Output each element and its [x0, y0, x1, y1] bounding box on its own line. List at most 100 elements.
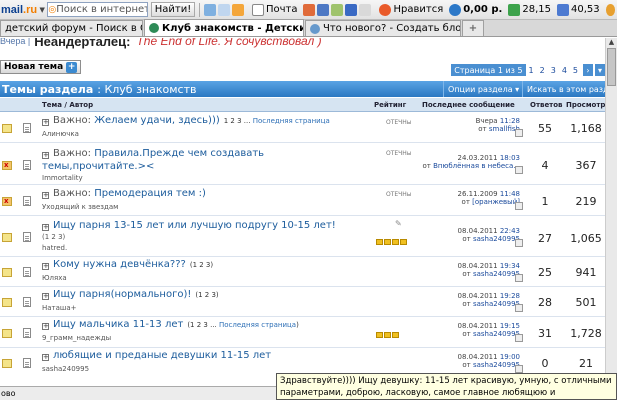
topic-author[interactable]: hatred.	[42, 244, 67, 252]
chevron-down-icon[interactable]: ▾	[595, 64, 605, 76]
section-options-label: Опции раздела	[448, 84, 513, 94]
answers-count[interactable]: 27	[532, 232, 558, 245]
expand-icon[interactable]: +	[42, 354, 49, 361]
page-link-3[interactable]: 3	[548, 66, 559, 75]
go-to-last-post-icon[interactable]	[515, 129, 523, 137]
go-to-last-post-icon[interactable]	[515, 239, 523, 247]
friends-icon[interactable]	[317, 3, 330, 16]
last-post-user[interactable]: sasha240995	[473, 300, 520, 308]
answers-count[interactable]: 31	[532, 327, 558, 340]
tab-whats-new[interactable]: Что нового? - Создать блог ... ×	[305, 20, 461, 36]
col-topic[interactable]: Тема / Автор	[42, 101, 93, 109]
last-page-link[interactable]: Последняя страница	[253, 117, 330, 125]
new-topic-button[interactable]: Новая тема +	[0, 60, 82, 74]
topic-link[interactable]: Премодерация тем :)	[94, 188, 206, 199]
last-page-link[interactable]: Последняя страница	[219, 321, 296, 329]
answers-count[interactable]: 28	[532, 296, 558, 309]
topic-link[interactable]: Ищу парня 13-15 лет или лучшую подругу 1…	[53, 220, 336, 231]
weather-icon[interactable]	[605, 3, 615, 16]
col-views[interactable]: Просмотров	[566, 101, 605, 109]
topic-author[interactable]: Юляха	[42, 274, 67, 282]
tab-google-search[interactable]: детский форум - Поиск в Go... ×	[0, 20, 143, 36]
topic-link[interactable]: Ищу парня(нормального)!	[53, 289, 191, 300]
tab-dating-club[interactable]: Клуб знакомств - Детски... ×	[144, 19, 304, 36]
expand-icon[interactable]: +	[42, 119, 49, 126]
topic-author[interactable]: Уходящий к звездам	[42, 203, 118, 211]
new-tab-button[interactable]: +	[462, 20, 484, 36]
expand-icon[interactable]: +	[42, 224, 49, 231]
expand-icon[interactable]: +	[42, 152, 49, 159]
announcement-author[interactable]: Неандерталец:	[34, 38, 130, 49]
expand-icon[interactable]: +	[42, 263, 49, 270]
last-post-user[interactable]: sasha240995	[473, 270, 520, 278]
col-answers[interactable]: Ответов	[530, 101, 562, 109]
mail-button[interactable]: Почта	[251, 3, 297, 16]
favicon-icon	[149, 23, 159, 33]
go-to-last-post-icon[interactable]	[515, 166, 523, 174]
last-post-user[interactable]: sasha240995	[473, 235, 520, 243]
page-links[interactable]: 1 2 3 ...	[224, 117, 251, 125]
last-post-user[interactable]: sasha240995	[473, 330, 520, 338]
topic-link[interactable]: Кому нужна девчёнка???	[53, 259, 186, 270]
expand-icon[interactable]: +	[42, 293, 49, 300]
answers-count[interactable]: 1	[532, 195, 558, 208]
page-links[interactable]: 1 2 3 ...	[190, 321, 217, 329]
go-to-last-post-icon[interactable]	[515, 304, 523, 312]
usd-widget[interactable]: 28,15	[508, 3, 551, 16]
chevron-down-icon[interactable]: ▼	[39, 6, 45, 14]
topic-link[interactable]: Ищу мальчика 11-13 лет	[53, 319, 183, 330]
announcement-text[interactable]: The End of Life. Я сочувствовал )	[136, 38, 321, 48]
page-links[interactable]: 1 2 3	[193, 261, 211, 269]
go-to-last-post-icon[interactable]	[515, 202, 523, 210]
expand-icon[interactable]: +	[42, 192, 49, 199]
find-button[interactable]: Найти!	[150, 2, 196, 17]
topic-author[interactable]: Immortality	[42, 174, 83, 182]
col-rating[interactable]: Рейтинг	[374, 101, 406, 109]
mailru-news-icon[interactable]	[231, 3, 244, 16]
topic-author[interactable]: sasha240995	[42, 365, 89, 373]
answers-count[interactable]: 55	[532, 122, 558, 135]
money-widget[interactable]: 0,00 р.	[449, 3, 502, 16]
page-link-4[interactable]: 4	[559, 66, 570, 75]
eur-widget[interactable]: 40,53	[556, 3, 600, 16]
mailru-agent-icon[interactable]	[203, 3, 216, 16]
answers-count[interactable]: 0	[532, 357, 558, 370]
go-to-last-post-icon[interactable]	[515, 274, 523, 282]
mailru-icon[interactable]	[217, 3, 230, 16]
mailru-logo[interactable]: mail.ru	[0, 4, 39, 16]
expand-icon[interactable]: +	[42, 323, 49, 330]
section-options-menu[interactable]: Опции раздела ▾	[443, 81, 522, 97]
col-last-post[interactable]: Последнее сообщение	[422, 101, 515, 109]
last-post-user[interactable]: [оранжевый]	[472, 198, 520, 206]
new-topic-label: Новая тема	[4, 62, 64, 72]
topic-author[interactable]: Наташа+	[42, 304, 76, 312]
chevron-right-icon[interactable]: ›	[583, 64, 593, 76]
topic-link[interactable]: Желаем удачи, здесь)))	[94, 115, 220, 126]
odnoklassniki-icon[interactable]	[303, 3, 316, 16]
page-links[interactable]: 1 2 3	[45, 233, 63, 241]
like-button[interactable]: Нравится	[379, 3, 443, 16]
last-post-user[interactable]: sasha240995	[473, 361, 520, 369]
topic-author[interactable]: 9_грамм_надежды	[42, 334, 111, 342]
page-link-1[interactable]: 1	[526, 66, 537, 75]
topic-link[interactable]: Правила.Прежде чем создавать	[94, 148, 264, 159]
scroll-up-icon[interactable]: ▲	[606, 38, 617, 48]
section-search-menu[interactable]: Искать в этом разделе ▾	[522, 81, 605, 97]
search-input[interactable]: ◎ Поиск в интернете	[47, 2, 148, 17]
page-link-5[interactable]: 5	[570, 66, 581, 75]
last-post-user[interactable]: Впюблённая в небеса...	[433, 162, 520, 170]
vertical-scrollbar[interactable]: ▲	[605, 38, 617, 386]
page-link-2[interactable]: 2	[537, 66, 548, 75]
go-to-last-post-icon[interactable]	[515, 365, 523, 373]
go-to-last-post-icon[interactable]	[515, 334, 523, 342]
topic-link[interactable]: любящие и преданые девушки 11-15 лет	[53, 350, 271, 361]
answers-count[interactable]: 4	[532, 159, 558, 172]
topic-link-continued[interactable]: темы,прочитайте.><	[42, 161, 154, 172]
mailru-search-icon[interactable]	[359, 3, 372, 16]
games-icon[interactable]	[331, 3, 344, 16]
answers-count[interactable]: 25	[532, 266, 558, 279]
page-links[interactable]: 1 2 3	[198, 291, 216, 299]
vk-icon[interactable]	[345, 3, 358, 16]
scrollbar-thumb[interactable]	[607, 48, 616, 86]
topic-author[interactable]: Алинючка	[42, 130, 79, 138]
